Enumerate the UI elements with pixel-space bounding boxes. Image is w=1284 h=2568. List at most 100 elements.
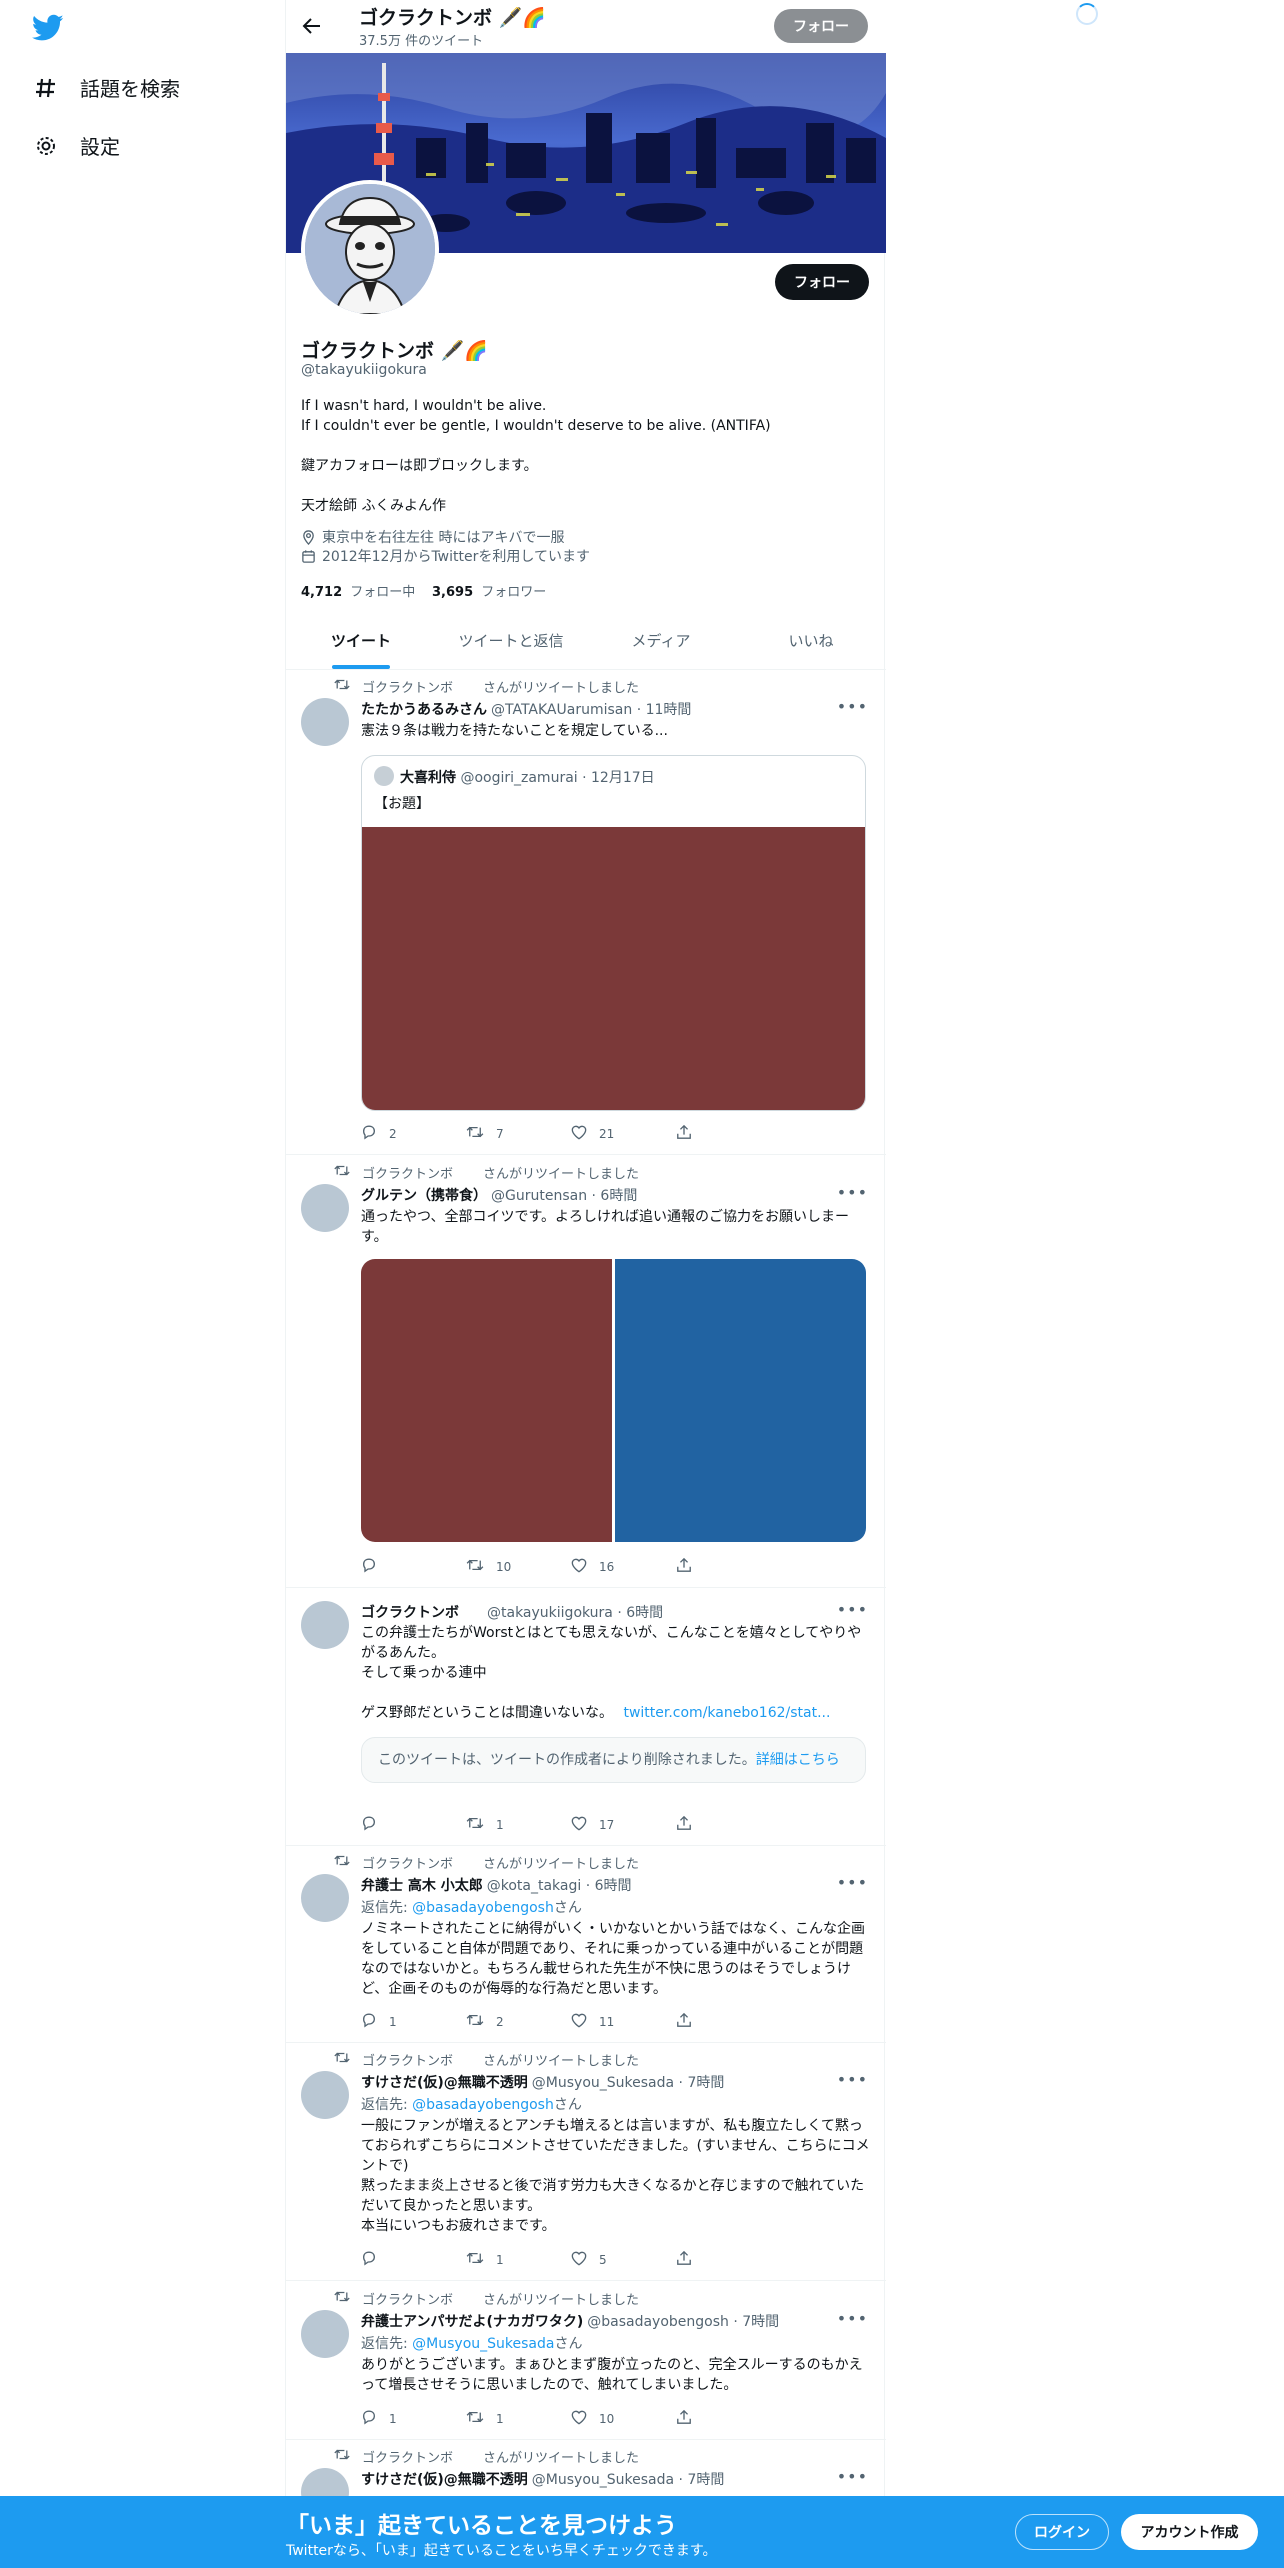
retweet-button[interactable]: 10 (466, 1557, 571, 1576)
tweet-author-handle[interactable]: @takayukiigokura · 6時間 (487, 1602, 663, 1622)
share-icon (676, 2250, 704, 2269)
more-options-icon[interactable]: ••• (837, 2467, 868, 2486)
reply-to-handle[interactable]: @basadayobengosh (412, 2097, 554, 2113)
back-arrow-icon[interactable] (300, 14, 324, 38)
share-button[interactable] (676, 2409, 781, 2428)
tweet-author-handle[interactable]: @Gurutensan · 6時間 (491, 1185, 637, 1205)
follow-button[interactable]: フォロー (775, 264, 869, 300)
retweet-small-icon (334, 2051, 362, 2068)
tweet-author-name[interactable]: 弁護士 高木 小太郎 (361, 1875, 483, 1895)
retweet-icon (466, 1558, 496, 1575)
reply-button[interactable] (361, 1557, 466, 1576)
more-options-icon[interactable]: ••• (837, 1600, 868, 1619)
retweeter-name[interactable]: ゴクラクトンボ (362, 677, 453, 696)
share-button[interactable] (676, 1124, 781, 1143)
signup-button[interactable]: アカウント作成 (1121, 2514, 1258, 2550)
following-count-link[interactable]: 4,712 フォロー中 (301, 581, 415, 600)
tweet-author-handle[interactable]: @kota_takagi · 6時間 (487, 1875, 632, 1895)
media-image[interactable] (361, 1259, 612, 1542)
share-button[interactable] (676, 1557, 781, 1576)
retweeter-name[interactable]: ゴクラクトンボ (362, 2447, 453, 2466)
reply-to-handle[interactable]: @basadayobengosh (412, 1900, 554, 1916)
retweeter-name[interactable]: ゴクラクトンボ (362, 1853, 453, 1872)
quote-avatar (374, 766, 394, 786)
more-options-icon[interactable]: ••• (837, 2309, 868, 2328)
header-follow-button[interactable]: フォロー (774, 9, 868, 43)
twitter-logo-icon[interactable] (31, 14, 64, 42)
tweet-author-name[interactable]: すけさだ(仮)@無職不透明 (361, 2072, 528, 2092)
like-button[interactable]: 16 (571, 1557, 676, 1576)
retweet-button[interactable]: 7 (466, 1124, 571, 1143)
tweet-author-handle[interactable]: @TATAKAUarumisan · 11時間 (491, 699, 691, 719)
tweet-author-name[interactable]: すけさだ(仮)@無職不透明 (361, 2469, 528, 2489)
avatar[interactable] (301, 2071, 349, 2119)
retweeter-name[interactable]: ゴクラクトンボ (362, 2050, 453, 2069)
retweeter-name[interactable]: ゴクラクトンボ (362, 2289, 453, 2308)
more-options-icon[interactable]: ••• (837, 1873, 868, 1892)
tweet-author-handle[interactable]: @basadayobengosh · 7時間 (587, 2311, 779, 2331)
more-options-icon[interactable]: ••• (837, 1183, 868, 1202)
reply-to-handle[interactable]: @Musyou_Sukesada (412, 2336, 554, 2352)
tab-tweets-and-replies[interactable]: ツイートと返信 (436, 612, 586, 669)
reply-button[interactable] (361, 1815, 466, 1834)
media-image[interactable] (615, 1259, 866, 1542)
tweet-header: すけさだ(仮)@無職不透明 @Musyou_Sukesada · 7時間 (361, 2469, 724, 2489)
profile-handle: @takayukiigokura (301, 362, 427, 378)
share-button[interactable] (676, 1815, 781, 1834)
quote-media[interactable] (362, 827, 865, 1110)
like-button[interactable]: 11 (571, 2012, 676, 2031)
retweet-suffix: さんがリツイートしました (483, 1857, 640, 1872)
more-options-icon[interactable]: ••• (837, 2070, 868, 2089)
tweet-author-handle[interactable]: @Musyou_Sukesada · 7時間 (532, 2072, 725, 2092)
avatar[interactable] (301, 1601, 349, 1649)
reply-button[interactable] (361, 2250, 466, 2269)
reply-button[interactable]: 1 (361, 2012, 466, 2031)
tweet-link[interactable]: twitter.com/kanebo162/stat... (623, 1705, 830, 1721)
tweet-actions: 1 5 (361, 2250, 781, 2269)
tweet-author-name[interactable]: たたかうあるみさん (361, 699, 487, 719)
quoted-tweet[interactable]: 大喜利侍 @oogiri_zamurai · 12月17日 【お題】 (361, 755, 866, 1111)
tab-media[interactable]: メディア (586, 612, 736, 669)
followers-count-link[interactable]: 3,695 フォロワー (432, 581, 546, 600)
avatar[interactable] (301, 698, 349, 746)
tweet-author-name[interactable]: グルテン（携帯食） (361, 1185, 487, 1205)
divider (286, 1587, 886, 1588)
share-icon (676, 1124, 704, 1143)
profile-name: ゴクラクトンボ 🖋️🌈 (301, 340, 488, 362)
more-options-icon[interactable]: ••• (837, 697, 868, 716)
reply-button[interactable]: 2 (361, 1124, 466, 1143)
share-icon (676, 2409, 704, 2428)
like-button[interactable]: 21 (571, 1124, 676, 1143)
login-button[interactable]: ログイン (1015, 2514, 1109, 2550)
like-button[interactable]: 17 (571, 1815, 676, 1834)
retweet-button[interactable]: 1 (466, 1815, 571, 1834)
retweet-button[interactable]: 2 (466, 2012, 571, 2031)
divider (286, 2042, 886, 2043)
retweet-indicator: ゴクラクトンボ さんがリツイートしました (334, 1163, 639, 1182)
tab-tweets[interactable]: ツイート (286, 612, 436, 669)
retweet-button[interactable]: 1 (466, 2409, 571, 2428)
avatar[interactable] (301, 2310, 349, 2358)
learn-more-link[interactable]: 詳細はこちら (756, 1752, 840, 1768)
tweet-author-name[interactable]: ゴクラクトンボ (361, 1602, 459, 1622)
share-button[interactable] (676, 2012, 781, 2031)
tweet-text: この弁護士たちがWorstとはとても思えないが、こんなことを嬉々としてやりやがる… (361, 1623, 871, 1723)
share-button[interactable] (676, 2250, 781, 2269)
sidebar-item-settings[interactable]: 設定 (34, 131, 120, 160)
avatar[interactable] (301, 1184, 349, 1232)
retweet-small-icon (334, 2448, 362, 2465)
like-count: 17 (599, 1817, 615, 1832)
profile-avatar[interactable] (301, 180, 439, 318)
like-button[interactable]: 5 (571, 2250, 676, 2269)
retweeter-name[interactable]: ゴクラクトンボ (362, 1163, 453, 1182)
tweet-author-name[interactable]: 弁護士アンパサだよ(ナカガワタク) (361, 2311, 583, 2331)
tweet-media[interactable] (361, 1259, 866, 1542)
tab-likes[interactable]: いいね (736, 612, 886, 669)
tweet-author-handle[interactable]: @Musyou_Sukesada · 7時間 (532, 2469, 725, 2489)
reply-button[interactable]: 1 (361, 2409, 466, 2428)
like-button[interactable]: 10 (571, 2409, 676, 2428)
avatar[interactable] (301, 1874, 349, 1922)
retweet-icon (466, 2251, 496, 2268)
sidebar-item-explore[interactable]: 話題を検索 (34, 73, 180, 102)
retweet-button[interactable]: 1 (466, 2250, 571, 2269)
